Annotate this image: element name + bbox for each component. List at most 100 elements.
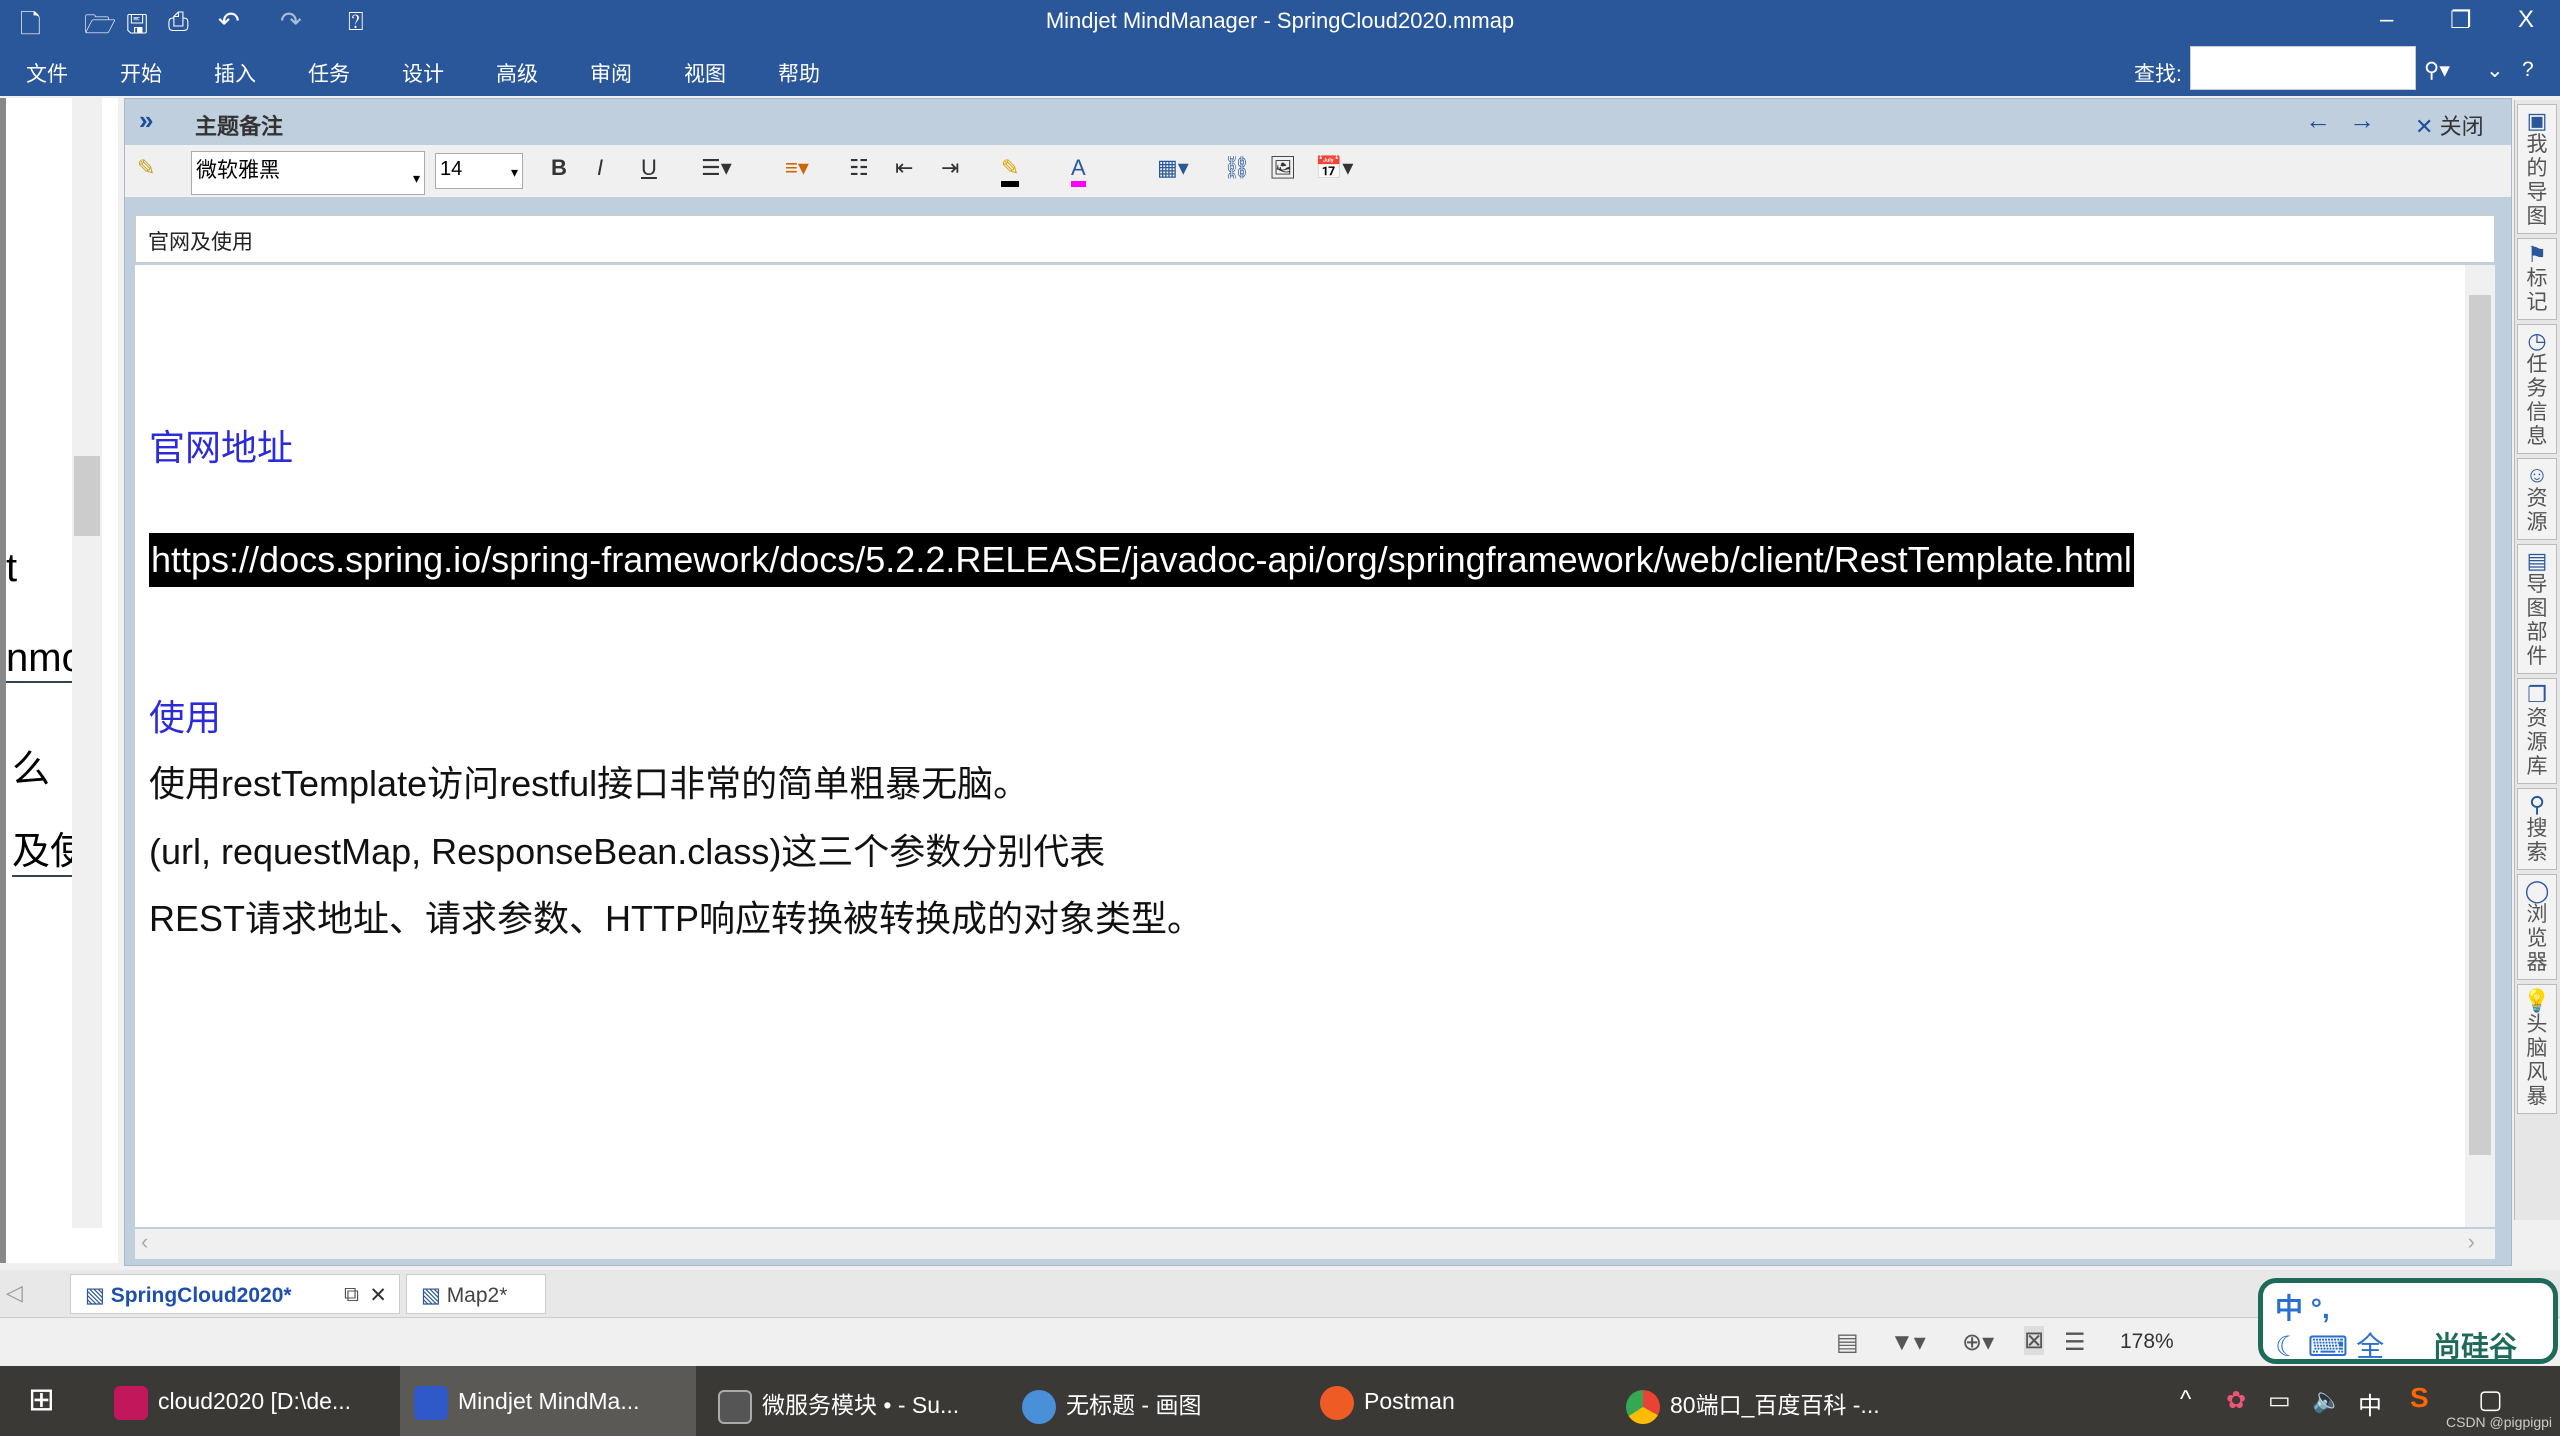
- menu-start[interactable]: 开始: [120, 58, 162, 88]
- outline-view-icon[interactable]: ☰: [2064, 1328, 2086, 1357]
- bold-button[interactable]: B: [551, 155, 567, 181]
- side-tab-map-parts[interactable]: ▤ 导图部件: [2517, 544, 2557, 674]
- next-arrow-icon[interactable]: →: [2349, 105, 2375, 136]
- scroll-right-icon[interactable]: ›: [2468, 1229, 2475, 1255]
- menu-advanced[interactable]: 高级: [496, 58, 538, 88]
- side-tab-my-maps[interactable]: ▣ 我的导图: [2517, 104, 2557, 234]
- map-parts-icon: ▤: [2526, 548, 2548, 573]
- taskbar-label: Mindjet MindMa...: [458, 1388, 640, 1415]
- side-tab-markers[interactable]: ⚑ 标记: [2517, 238, 2557, 320]
- start-windows-icon[interactable]: ⊞: [14, 1366, 69, 1436]
- notification-icon[interactable]: ▢: [2478, 1384, 2503, 1415]
- map-vertical-scrollbar[interactable]: [72, 98, 102, 1228]
- menu-review[interactable]: 审阅: [590, 58, 632, 88]
- mindmap-file-icon: ▧: [85, 1284, 111, 1307]
- restore-button[interactable]: ❐: [2450, 6, 2472, 35]
- menu-design[interactable]: 设计: [402, 58, 444, 88]
- filter-icon[interactable]: ▼▾: [1890, 1328, 1926, 1357]
- taskbar-item[interactable]: cloud2020 [D:\de...: [100, 1366, 392, 1436]
- align-icon[interactable]: ☰▾: [701, 155, 732, 181]
- scroll-left-icon[interactable]: ‹: [141, 1229, 148, 1255]
- minimize-button[interactable]: ‒: [2380, 6, 2393, 34]
- indent-icon[interactable]: ⇥: [941, 155, 959, 181]
- notes-editor[interactable]: 官网地址 https://docs.spring.io/spring-frame…: [135, 265, 2495, 1227]
- float-tab-icon[interactable]: ⧉: [344, 1283, 359, 1307]
- ime-toolbar[interactable]: 中 °, ☾ ⌨ 全 尚硅谷: [2258, 1278, 2558, 1364]
- zoom-level[interactable]: 178%: [2120, 1330, 2174, 1354]
- intellij-icon: [114, 1386, 148, 1420]
- selected-url-text[interactable]: https://docs.spring.io/spring-framework/…: [149, 533, 2134, 587]
- font-value: 微软雅黑: [196, 159, 280, 182]
- outdent-icon[interactable]: ⇤: [895, 155, 913, 181]
- focus-icon[interactable]: ⊕▾: [1962, 1328, 1994, 1357]
- calendar-icon[interactable]: 📅▾: [1315, 155, 1353, 181]
- help-circle-icon[interactable]: ?: [2522, 58, 2534, 82]
- battery-icon[interactable]: ▭: [2268, 1386, 2291, 1415]
- notes-horizontal-scrollbar[interactable]: ‹ ›: [135, 1229, 2495, 1259]
- menu-file[interactable]: 文件: [26, 58, 68, 88]
- font-color-icon[interactable]: A: [1071, 155, 1086, 187]
- tray-ime[interactable]: 中: [2358, 1386, 2382, 1421]
- side-task-panes: ▣ 我的导图 ⚑ 标记 ◷ 任务信息 ☺ 资源 ▤ 导图部件 ❐ 资源库 ⚲ 搜索 ◯ 浏览器 …: [2514, 100, 2560, 1220]
- side-tab-label: 搜索: [2526, 817, 2548, 864]
- side-tab-task-info[interactable]: ◷ 任务信息: [2517, 324, 2557, 454]
- tray-app-icon[interactable]: ✿: [2226, 1386, 2246, 1415]
- menu-help[interactable]: 帮助: [778, 58, 820, 88]
- numbered-list-icon[interactable]: ≡▾: [785, 155, 809, 181]
- library-icon: ❐: [2527, 682, 2547, 707]
- menu-task[interactable]: 任务: [308, 58, 350, 88]
- close-notes-button[interactable]: ✕ 关闭: [2415, 109, 2484, 141]
- volume-icon[interactable]: 🔈: [2312, 1386, 2342, 1415]
- sogou-icon[interactable]: S: [2410, 1382, 2429, 1414]
- menu-view[interactable]: 视图: [684, 58, 726, 88]
- ime-mode[interactable]: 中 °,: [2275, 1287, 2330, 1327]
- scroll-thumb[interactable]: [2469, 295, 2491, 1155]
- highlight-color-icon[interactable]: ✎: [1001, 155, 1020, 187]
- tab-springcloud2020[interactable]: ▧ SpringCloud2020* ⧉ ✕: [70, 1274, 400, 1314]
- mindmap-file-icon: ▧: [421, 1284, 447, 1307]
- prev-arrow-icon[interactable]: ←: [2305, 105, 2331, 136]
- table-icon[interactable]: ▦▾: [1157, 155, 1189, 181]
- taskbar-item[interactable]: 微服务模块 • - Su...: [704, 1366, 1000, 1436]
- taskbar-item[interactable]: 无标题 - 画图: [1008, 1366, 1298, 1436]
- side-tab-brainstorm[interactable]: 💡 头脑风暴: [2517, 984, 2557, 1114]
- tab-map2[interactable]: ▧ Map2*: [406, 1274, 546, 1314]
- link-icon[interactable]: ⛓: [1223, 155, 1251, 181]
- underline-button[interactable]: U: [641, 155, 657, 181]
- tabs-scroll-left-icon[interactable]: ◁: [6, 1280, 23, 1306]
- bullet-list-icon[interactable]: ☷: [849, 155, 869, 181]
- taskbar-item[interactable]: Postman: [1306, 1366, 1596, 1436]
- binoculars-icon[interactable]: ⚲▾: [2424, 58, 2450, 83]
- notes-vertical-scrollbar[interactable]: [2465, 265, 2495, 1227]
- side-tab-library[interactable]: ❐ 资源库: [2517, 678, 2557, 784]
- notes-view-icon[interactable]: ▤: [1836, 1328, 1859, 1357]
- marker-icon: ⚑: [2527, 242, 2547, 267]
- heading-usage: 使用: [149, 697, 222, 738]
- ime-keyboard-icon[interactable]: ☾ ⌨ 全: [2275, 1325, 2384, 1365]
- format-painter-icon[interactable]: ✎: [137, 155, 155, 181]
- menu-bar: 文件 开始 插入 任务 设计 高级 审阅 视图 帮助 查找: ⚲▾ ⌄ ?: [0, 46, 2560, 96]
- italic-button[interactable]: I: [597, 155, 603, 181]
- taskbar: ⊞ cloud2020 [D:\de... Mindjet MindMa... …: [0, 1366, 2560, 1436]
- body-line: (url, requestMap, ResponseBean.class)这三个…: [149, 831, 1106, 872]
- taskbar-item[interactable]: Mindjet MindMa...: [400, 1366, 696, 1436]
- ribbon-toggle-icon[interactable]: ⌄: [2486, 58, 2504, 83]
- side-tab-resources[interactable]: ☺ 资源: [2517, 458, 2557, 540]
- tray-overflow-icon[interactable]: ^: [2180, 1386, 2191, 1414]
- side-tab-browser[interactable]: ◯ 浏览器: [2517, 874, 2557, 980]
- font-size-select[interactable]: 14 ▾: [435, 153, 523, 189]
- close-tab-icon[interactable]: ✕: [369, 1283, 387, 1308]
- font-select[interactable]: 微软雅黑 ▾: [191, 151, 425, 195]
- menu-insert[interactable]: 插入: [214, 58, 256, 88]
- scroll-thumb[interactable]: [74, 456, 100, 536]
- close-button[interactable]: X: [2518, 6, 2534, 34]
- side-tab-search[interactable]: ⚲ 搜索: [2517, 788, 2557, 870]
- find-input[interactable]: [2190, 46, 2416, 90]
- image-icon[interactable]: 🖼: [1269, 155, 1297, 181]
- side-tab-label: 浏览器: [2526, 903, 2548, 974]
- lightbulb-icon: 💡: [2523, 988, 2551, 1013]
- expand-icon[interactable]: »: [139, 105, 153, 136]
- topic-title-field[interactable]: 官网及使用: [135, 215, 2495, 263]
- fit-map-icon[interactable]: ⊠: [2024, 1326, 2045, 1355]
- taskbar-item[interactable]: 80端口_百度百科 -...: [1612, 1366, 1912, 1436]
